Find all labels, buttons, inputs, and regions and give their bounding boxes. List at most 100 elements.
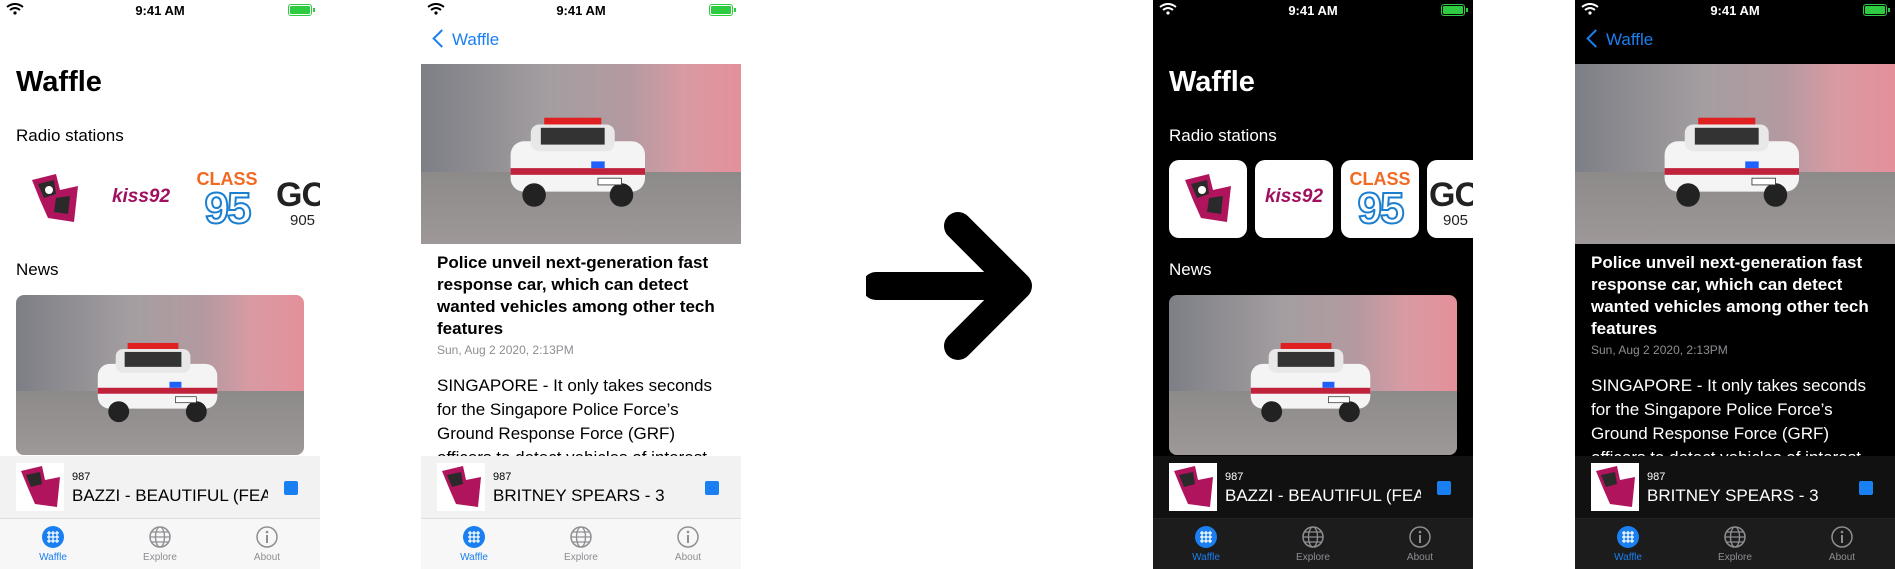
station-kiss92[interactable]: kiss92 [102,160,180,238]
tab-label: About [1828,552,1856,563]
radio-987-logo [32,174,78,222]
police-car-photo [16,295,304,455]
arrow-right-icon [866,212,1032,360]
status-time: 9:41 AM [1710,3,1760,18]
station-gold905[interactable]: GOL 905 [1427,160,1473,238]
page-title: Waffle [1169,66,1255,98]
page-title: Waffle [16,66,102,98]
battery-icon [1441,4,1468,16]
station-gold905[interactable]: GOL 905 [274,160,320,238]
stop-button[interactable] [1859,481,1873,495]
police-car-photo [1169,295,1457,455]
globe-icon [1724,526,1746,548]
player-song: BRITNEY SPEARS - 3 [1647,486,1819,505]
tab-bar: Waffle Explore About [1153,518,1473,569]
tab-label: About [674,552,702,563]
tab-bar: Waffle Explore About [0,518,320,569]
info-icon [256,526,278,548]
info-icon [1831,526,1853,548]
player-station: 987 [72,471,91,483]
tab-explore[interactable]: Explore [541,525,621,563]
globe-icon [1302,526,1324,548]
article-headline: Police unveil next-generation fast respo… [1591,253,1869,338]
news-card-image[interactable] [16,295,304,455]
news-section-title: News [1169,260,1212,279]
info-icon [1409,526,1431,548]
status-bar: 9:41 AM [1575,0,1895,22]
back-button[interactable]: Waffle [431,29,500,50]
station-987[interactable] [16,160,94,238]
tab-explore[interactable]: Explore [1273,525,1353,563]
back-label: Waffle [1606,30,1654,49]
tab-about[interactable]: About [227,525,307,563]
article-headline: Police unveil next-generation fast respo… [437,253,715,338]
radio-section-title: Radio stations [16,126,124,145]
gold905-number: 905 [290,212,316,229]
mini-player[interactable]: 987 BRITNEY SPEARS - 3 [421,456,741,518]
gold905-number: 905 [1443,212,1469,229]
tab-label: Explore [143,552,177,563]
tab-explore[interactable]: Explore [1695,525,1775,563]
news-card-image[interactable] [1169,295,1457,455]
status-time: 9:41 AM [556,3,606,18]
station-class95[interactable]: CLASS 95 [1341,160,1419,238]
tab-label: Waffle [1192,552,1220,563]
tab-waffle[interactable]: Waffle [13,525,93,563]
stop-button[interactable] [705,481,719,495]
tab-label: Explore [1296,552,1330,563]
tab-label: Waffle [1614,552,1642,563]
station-kiss92[interactable]: kiss92 [1255,160,1333,238]
gold905-label: GOL [1429,176,1473,214]
tab-bar: Waffle Explore About [1575,518,1895,569]
waffle-icon [1195,526,1217,548]
player-song: BRITNEY SPEARS - 3 [493,486,665,505]
mini-player[interactable]: 987 BAZZI - BEAUTIFUL (FEAT. CAMILA CABE… [1153,456,1473,518]
station-class95[interactable]: CLASS 95 [188,160,266,238]
chevron-left-icon [1586,29,1605,48]
radio-station-list: kiss92 CLASS 95 GOL 905 [1169,160,1473,238]
status-time: 9:41 AM [135,3,185,18]
mini-player[interactable]: 987 BRITNEY SPEARS - 3 [1575,456,1895,518]
phone-dark-home: 9:41 AM Waffle Radio stations kiss92 CLA… [1153,0,1473,569]
station-artwork [16,463,64,511]
status-bar: 9:41 AM [421,0,741,22]
stop-button[interactable] [1437,481,1451,495]
tab-about[interactable]: About [1380,525,1460,563]
radio-section-title: Radio stations [1169,126,1277,145]
station-987[interactable] [1169,160,1247,238]
player-station: 987 [1647,471,1666,483]
player-song: BAZZI - BEAUTIFUL (FEAT. CAMILA CABELLO) [72,486,268,505]
tab-waffle[interactable]: Waffle [1166,525,1246,563]
tab-explore[interactable]: Explore [120,525,200,563]
status-bar: 9:41 AM [1153,0,1473,22]
station-artwork [1169,463,1217,511]
station-artwork [437,463,485,511]
mini-player[interactable]: 987 BAZZI - BEAUTIFUL (FEAT. CAMILA CABE… [0,456,320,518]
tab-about[interactable]: About [1802,525,1882,563]
tab-label: Waffle [39,552,67,563]
article-date: Sun, Aug 2 2020, 2:13PM [1591,343,1728,357]
tab-label: About [253,552,281,563]
back-button[interactable]: Waffle [1585,29,1654,50]
kiss92-logo: kiss92 [1264,186,1324,207]
class95-number: 95 [1357,183,1406,234]
player-station: 987 [493,471,512,483]
gold905-label: GOL [276,176,320,214]
kiss92-logo: kiss92 [111,186,171,207]
station-artwork [1591,463,1639,511]
globe-icon [149,526,171,548]
radio-station-list: kiss92 CLASS 95 GOL 905 [16,160,320,238]
info-icon [677,526,699,548]
tab-about[interactable]: About [648,525,728,563]
back-label: Waffle [452,30,500,49]
stop-button[interactable] [284,481,298,495]
tab-label: Explore [1718,552,1752,563]
phone-light-home: 9:41 AM Waffle Radio stations kiss92 CLA… [0,0,320,569]
article-image [1575,64,1895,244]
tab-waffle[interactable]: Waffle [434,525,514,563]
player-station: 987 [1225,471,1244,483]
waffle-icon [1617,526,1639,548]
police-car-photo [421,64,741,244]
tab-waffle[interactable]: Waffle [1588,525,1668,563]
phone-dark-detail: 9:41 AM Waffle Police unveil next-genera… [1575,0,1895,569]
